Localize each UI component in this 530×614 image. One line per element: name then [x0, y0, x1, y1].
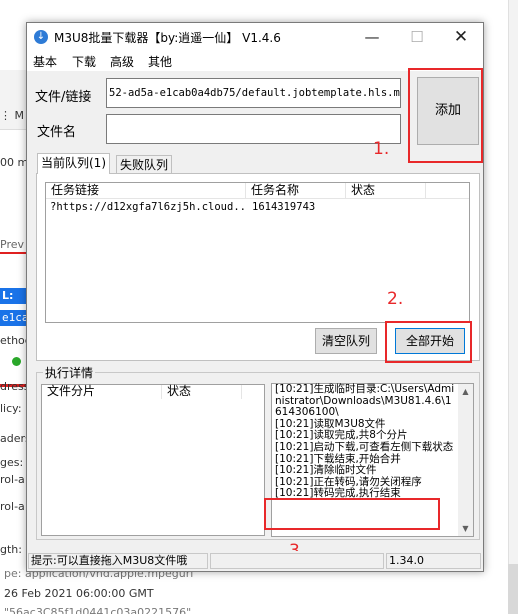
- column-header-segment[interactable]: 文件分片: [42, 385, 162, 399]
- column-header-segment-status[interactable]: 状态: [162, 385, 242, 399]
- background-text: ⋮ M: [0, 109, 24, 122]
- task-name-cell: 1614319743: [252, 201, 316, 213]
- menu-basic[interactable]: 基本: [33, 53, 57, 70]
- status-bar: 提示:可以直接拖入M3U8文件哦 1.34.0: [27, 551, 483, 571]
- menu-advanced[interactable]: 高级: [110, 53, 134, 70]
- tab-failed-queue[interactable]: 失败队列: [116, 155, 173, 174]
- background-text: rol-a: [0, 500, 25, 513]
- exec-details-title: 执行详情: [43, 364, 96, 381]
- background-bottom: pe: application/vnd.apple.mpegurl 26 Feb…: [0, 567, 486, 614]
- status-hint: 提示:可以直接拖入M3U8文件哦: [28, 553, 208, 569]
- status-version: 1.34.0: [386, 553, 481, 569]
- close-button[interactable]: ✕: [439, 23, 483, 51]
- menu-download[interactable]: 下载: [72, 53, 96, 70]
- clear-queue-button[interactable]: 清空队列: [315, 328, 377, 354]
- background-right-pane: [486, 0, 530, 614]
- background-scrollbar-thumb[interactable]: [508, 564, 518, 614]
- background-text: Prev: [0, 238, 24, 251]
- background-text: "56ac3C85f1d0441c03a0221576": [4, 606, 192, 614]
- task-list[interactable]: 任务链接 任务名称 状态 ?https://d12xgfa7l6zj5h.clo…: [45, 182, 470, 323]
- column-header-name[interactable]: 任务名称: [246, 183, 346, 199]
- download-app-icon: ↓: [34, 30, 48, 44]
- log-scrollbar[interactable]: ▲ ▼: [458, 384, 473, 536]
- m3u8-downloader-window: ↓ M3U8批量下载器【by:逍遥一仙】 V1.4.6 — ☐ ✕ 基本 下载 …: [26, 22, 484, 572]
- tab-current-queue[interactable]: 当前队列(1): [37, 153, 110, 174]
- scroll-down-icon[interactable]: ▼: [458, 521, 473, 536]
- background-text: licy:: [0, 402, 22, 415]
- annotation-label-2: 2.: [387, 289, 404, 309]
- task-list-header: 任务链接 任务名称 状态: [46, 183, 469, 199]
- annotation-box-1: [408, 68, 483, 163]
- filename-input[interactable]: [106, 114, 401, 144]
- status-dot-icon: [12, 357, 21, 366]
- annotation-box-2: [385, 321, 472, 363]
- maximize-button[interactable]: ☐: [395, 23, 439, 51]
- background-selected-text: e1ca: [0, 310, 29, 326]
- filename-label: 文件名: [37, 125, 77, 140]
- background-selected-text: L: ht: [0, 288, 26, 318]
- annotation-box-3: [264, 498, 440, 530]
- background-text: rol-a: [0, 473, 25, 486]
- background-underline: [0, 252, 28, 254]
- title-bar[interactable]: ↓ M3U8批量下载器【by:逍遥一仙】 V1.4.6 — ☐ ✕: [27, 23, 483, 51]
- window-title: M3U8批量下载器【by:逍遥一仙】 V1.4.6: [54, 31, 281, 45]
- log-text: [10:21]生成临时目录:C:\Users\Administrator\Dow…: [275, 383, 455, 500]
- url-input[interactable]: 52-ad5a-e1cab0a4db75/default.jobtemplate…: [106, 78, 401, 108]
- url-label: 文件/链接: [35, 90, 92, 105]
- minimize-button[interactable]: —: [350, 23, 394, 51]
- segment-list[interactable]: 文件分片 状态: [41, 384, 265, 536]
- menu-other[interactable]: 其他: [148, 53, 172, 70]
- background-scrollbar[interactable]: [508, 0, 518, 614]
- column-header-status[interactable]: 状态: [346, 183, 426, 199]
- scroll-up-icon[interactable]: ▲: [458, 384, 473, 399]
- column-header-link[interactable]: 任务链接: [46, 183, 246, 199]
- status-blank: [210, 553, 384, 569]
- task-link-cell: ?https://d12xgfa7l6zj5h.cloud...: [50, 201, 245, 213]
- annotation-label-1: 1.: [373, 139, 390, 159]
- background-text: 26 Feb 2021 06:00:00 GMT: [4, 587, 154, 600]
- segment-list-header: 文件分片 状态: [42, 385, 264, 399]
- background-text: gth:: [0, 543, 22, 556]
